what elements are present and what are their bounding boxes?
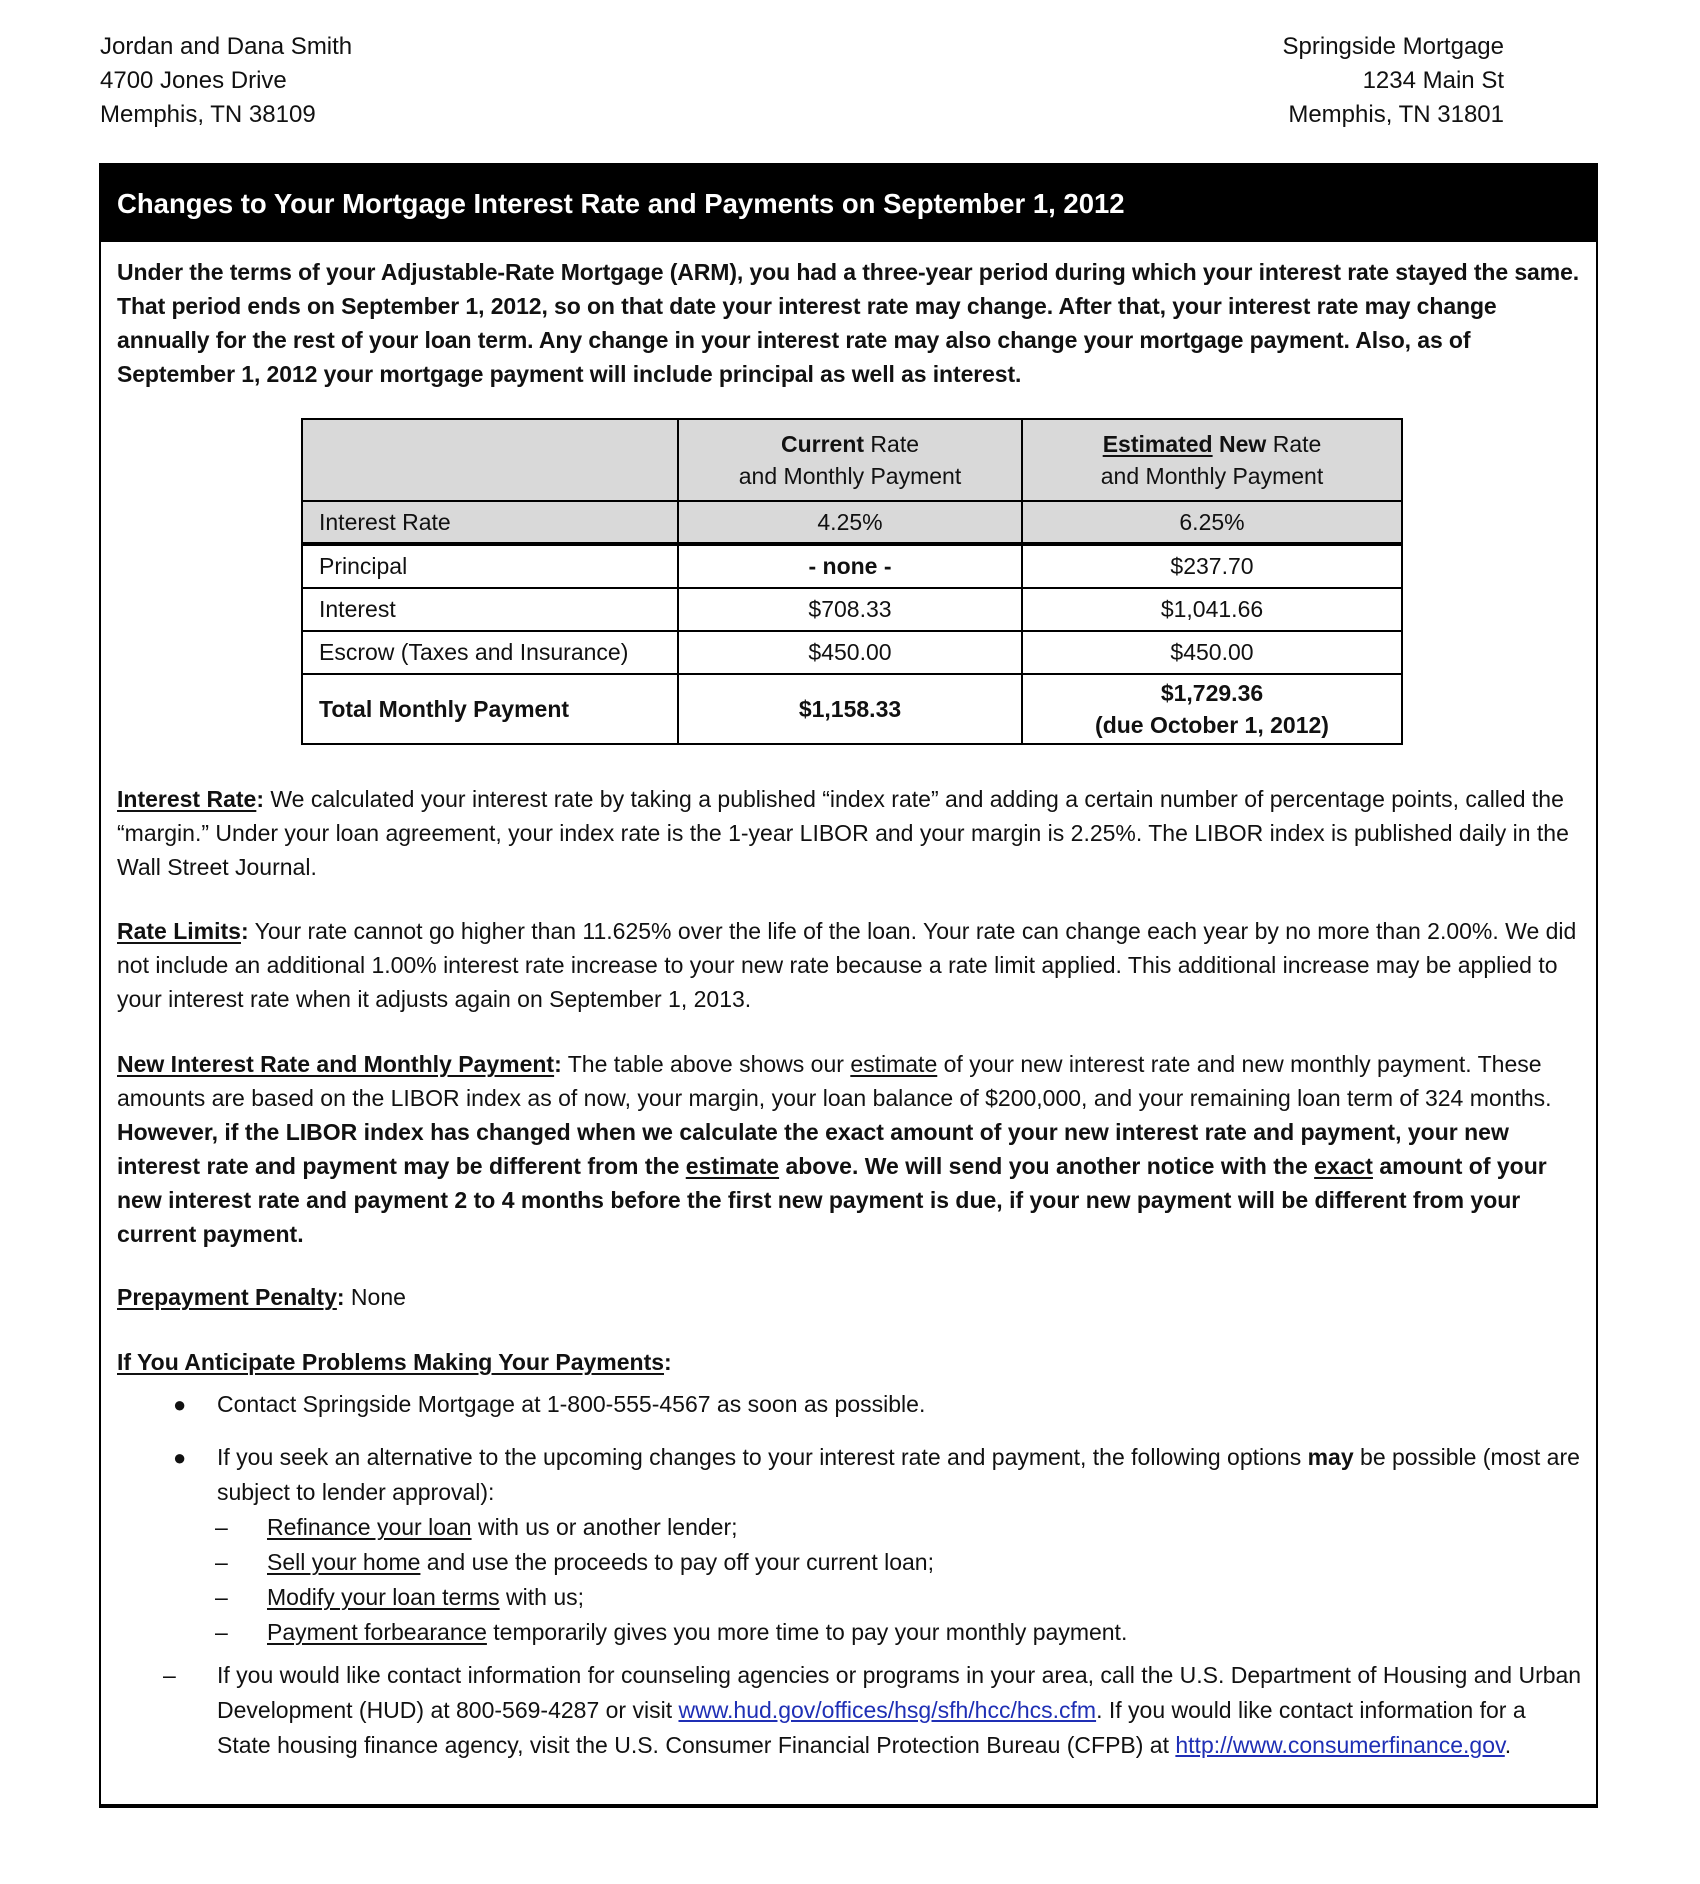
list-item: ● Contact Springside Mortgage at 1-800-5… xyxy=(117,1387,1582,1422)
rate-limits-section: Rate Limits: Your rate cannot go higher … xyxy=(117,918,1577,1012)
recipient-city: Memphis, TN 38109 xyxy=(100,101,316,128)
interest-rate-section: Interest Rate: We calculated your intere… xyxy=(117,786,1569,880)
prepayment-value: None xyxy=(344,1284,406,1310)
option-link[interactable]: Payment forbearance xyxy=(267,1619,487,1645)
table-header-row: Current Rate and Monthly Payment Estimat… xyxy=(301,418,1403,502)
option-item: – Refinance your loan with us or another… xyxy=(117,1510,1582,1545)
problems-list: ● Contact Springside Mortgage at 1-800-5… xyxy=(117,1387,1582,1763)
new-value: $1,041.66 xyxy=(1021,587,1403,632)
cfpb-link[interactable]: http://www.consumerfinance.gov xyxy=(1175,1732,1504,1758)
list-item: ● If you seek an alternative to the upco… xyxy=(117,1440,1582,1510)
notice-box: Changes to Your Mortgage Interest Rate a… xyxy=(99,163,1598,1808)
bullet-icon: ● xyxy=(173,1445,187,1470)
section-heading: Interest Rate xyxy=(117,786,257,812)
option-link[interactable]: Sell your home xyxy=(267,1549,420,1575)
counseling-item: – If you would like contact information … xyxy=(117,1658,1582,1763)
current-total: $1,158.33 xyxy=(677,673,1023,745)
due-date-note: (due October 1, 2012) xyxy=(1095,712,1329,738)
sender-city: Memphis, TN 31801 xyxy=(1288,101,1504,128)
sender-address: Springside Mortgage 1234 Main St Memphis… xyxy=(1100,30,1504,132)
current-value: - none - xyxy=(677,543,1023,589)
option-item: – Payment forbearance temporarily gives … xyxy=(117,1615,1582,1650)
prepayment-section: Prepayment Penalty: None xyxy=(117,1284,406,1310)
dash-icon: – xyxy=(163,1662,176,1688)
row-label: Interest Rate xyxy=(301,500,679,546)
dash-icon: – xyxy=(215,1549,228,1575)
dash-icon: – xyxy=(215,1514,228,1540)
current-value: $708.33 xyxy=(677,587,1023,632)
new-total: $1,729.36 (due October 1, 2012) xyxy=(1021,673,1403,745)
bullet-icon: ● xyxy=(173,1392,187,1417)
header-estimated-new: Estimated New Rate and Monthly Payment xyxy=(1021,418,1403,502)
option-item: – Sell your home and use the proceeds to… xyxy=(117,1545,1582,1580)
current-value: 4.25% xyxy=(677,500,1023,546)
new-rate-section: New Interest Rate and Monthly Payment: T… xyxy=(117,1051,1552,1247)
table-row-interest-rate: Interest Rate 4.25% 6.25% xyxy=(301,500,1403,546)
option-link[interactable]: Refinance your loan xyxy=(267,1514,472,1540)
dash-icon: – xyxy=(215,1619,228,1645)
table-row-escrow: Escrow (Taxes and Insurance) $450.00 $45… xyxy=(301,630,1403,675)
current-value: $450.00 xyxy=(677,630,1023,675)
sender-name: Springside Mortgage xyxy=(1282,33,1504,60)
table-row-total: Total Monthly Payment $1,158.33 $1,729.3… xyxy=(301,673,1403,745)
header-current: Current Rate and Monthly Payment xyxy=(677,418,1023,502)
recipient-street: 4700 Jones Drive xyxy=(100,67,287,94)
row-label: Total Monthly Payment xyxy=(301,673,679,745)
new-value: $450.00 xyxy=(1021,630,1403,675)
new-value: 6.25% xyxy=(1021,500,1403,546)
notice-title: Changes to Your Mortgage Interest Rate a… xyxy=(101,165,1596,242)
sender-street: 1234 Main St xyxy=(1362,67,1504,94)
new-value: $237.70 xyxy=(1021,543,1403,589)
section-heading: Prepayment Penalty xyxy=(117,1284,337,1310)
intro-paragraph: Under the terms of your Adjustable-Rate … xyxy=(117,259,1580,387)
row-label: Principal xyxy=(301,543,679,589)
option-item: – Modify your loan terms with us; xyxy=(117,1580,1582,1615)
rate-payment-table: Current Rate and Monthly Payment Estimat… xyxy=(301,418,1403,745)
table-row-principal: Principal - none - $237.70 xyxy=(301,543,1403,589)
hud-link[interactable]: www.hud.gov/offices/hsg/sfh/hcc/hcs.cfm xyxy=(678,1697,1096,1723)
recipient-address: Jordan and Dana Smith 4700 Jones Drive M… xyxy=(100,30,352,132)
dash-icon: – xyxy=(215,1584,228,1610)
row-label: Escrow (Taxes and Insurance) xyxy=(301,630,679,675)
option-link[interactable]: Modify your loan terms xyxy=(267,1584,500,1610)
section-heading: Rate Limits xyxy=(117,918,241,944)
table-corner-cell xyxy=(301,418,679,502)
problems-heading: If You Anticipate Problems Making Your P… xyxy=(117,1349,672,1375)
table-row-interest: Interest $708.33 $1,041.66 xyxy=(301,587,1403,632)
section-heading: New Interest Rate and Monthly Payment xyxy=(117,1051,555,1077)
row-label: Interest xyxy=(301,587,679,632)
recipient-name: Jordan and Dana Smith xyxy=(100,33,353,60)
